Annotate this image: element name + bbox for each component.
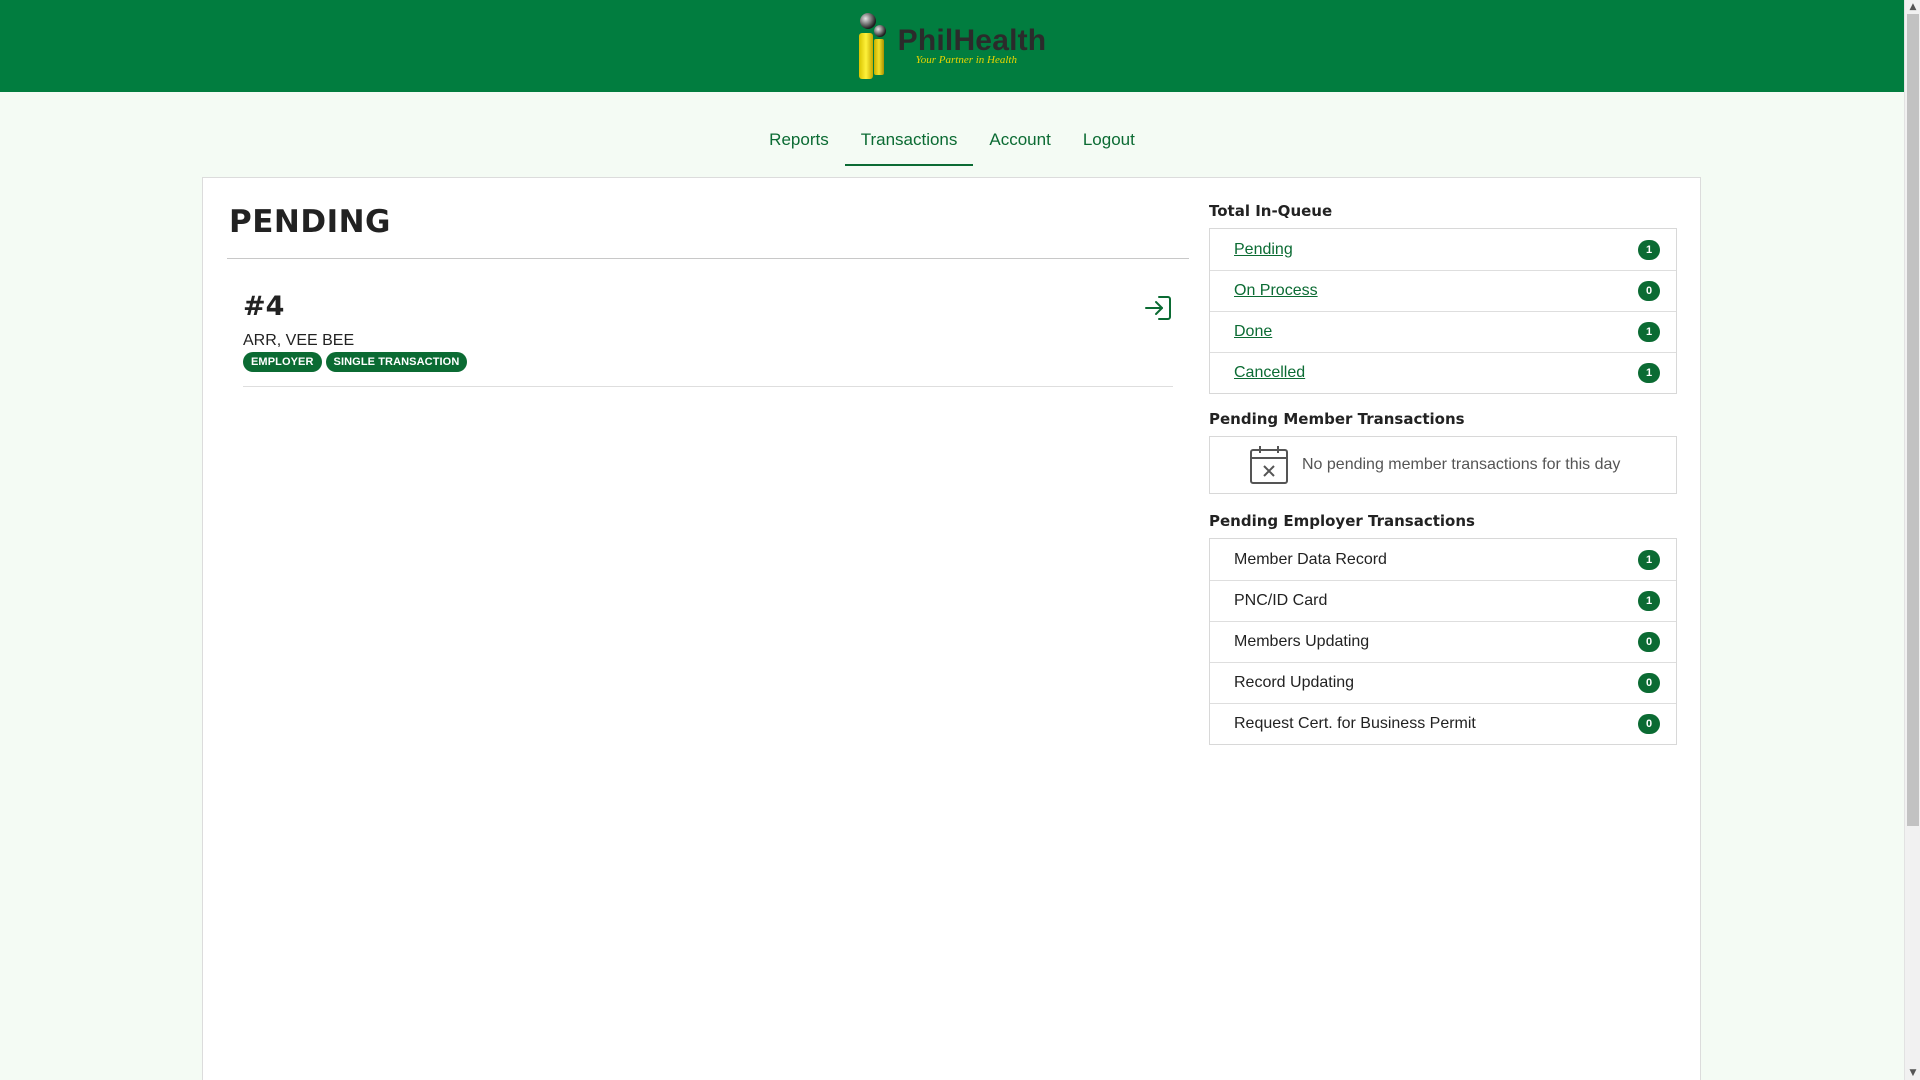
content-card: PENDING #4 ARR, VEE BEE EMPLOYER SINGLE … (202, 177, 1701, 1080)
badge-employer: EMPLOYER (243, 352, 322, 372)
badge-single-transaction: SINGLE TRANSACTION (325, 352, 468, 372)
row-label: Members Updating (1234, 633, 1370, 650)
count-badge: 0 (1638, 281, 1660, 301)
count-badge: 0 (1638, 714, 1660, 734)
queue-row-on-process: On Process 0 (1210, 270, 1676, 311)
page-scrollbar[interactable]: ▲ ▼ (1904, 0, 1920, 1080)
count-badge: 0 (1638, 632, 1660, 652)
row-label: Record Updating (1234, 674, 1355, 691)
scroll-down-arrow-icon[interactable]: ▼ (1905, 1066, 1920, 1080)
calendar-x-icon (1250, 446, 1288, 484)
count-badge: 0 (1638, 673, 1660, 693)
member-section-title: Pending Member Transactions (1209, 410, 1465, 428)
employer-list: Member Data Record 1 PNC/ID Card 1 Membe… (1209, 538, 1677, 745)
logo-name: PhilHealth (897, 24, 1047, 57)
entry-badges: EMPLOYER SINGLE TRANSACTION (243, 352, 1173, 372)
queue-section-title: Total In-Queue (1209, 202, 1333, 220)
employer-row-pnc-id-card: PNC/ID Card 1 (1210, 580, 1676, 621)
row-label: PNC/ID Card (1234, 592, 1328, 609)
client-name: ARR, VEE BEE (243, 332, 355, 349)
employer-row-member-data-record: Member Data Record 1 (1210, 539, 1676, 580)
member-empty-text: No pending member transactions for this … (1302, 456, 1621, 473)
employer-row-members-updating: Members Updating 0 (1210, 621, 1676, 662)
count-badge: 1 (1638, 591, 1660, 611)
count-badge: 1 (1638, 239, 1660, 260)
nav-account[interactable]: Account (973, 120, 1066, 166)
queue-row-done: Done 1 (1210, 311, 1676, 352)
employer-row-business-permit: Request Cert. for Business Permit 0 (1210, 703, 1676, 744)
queue-sidebar: Total In-Queue Pending 1 On Process 0 Do… (1209, 202, 1677, 761)
logo-tagline: Your Partner in Health (915, 54, 1017, 66)
employer-row-record-updating: Record Updating 0 (1210, 662, 1676, 703)
nav-reports[interactable]: Reports (753, 120, 845, 166)
link-done[interactable]: Done (1234, 323, 1272, 341)
sign-in-icon (1145, 296, 1171, 320)
page-title: PENDING (229, 204, 391, 240)
row-label: Request Cert. for Business Permit (1234, 715, 1476, 732)
link-cancelled[interactable]: Cancelled (1234, 364, 1305, 382)
process-entry-button[interactable] (1143, 293, 1173, 323)
row-label: Member Data Record (1234, 550, 1387, 568)
queue-list: Pending 1 On Process 0 Done 1 Cancelled … (1209, 228, 1677, 394)
scroll-up-arrow-icon[interactable]: ▲ (1905, 0, 1920, 14)
pending-panel: PENDING #4 ARR, VEE BEE EMPLOYER SINGLE … (227, 178, 1189, 387)
link-pending[interactable]: Pending (1234, 241, 1293, 259)
nav-logout[interactable]: Logout (1067, 120, 1151, 166)
scrollbar-thumb[interactable] (1907, 14, 1919, 826)
queue-row-pending: Pending 1 (1210, 229, 1676, 270)
count-badge: 1 (1638, 549, 1660, 570)
philhealth-logo-icon (858, 13, 892, 79)
link-on-process[interactable]: On Process (1234, 282, 1318, 300)
count-badge: 1 (1638, 322, 1660, 342)
nav-transactions[interactable]: Transactions (844, 120, 974, 166)
queue-number: #4 (243, 291, 285, 322)
employer-section-title: Pending Employer Transactions (1209, 512, 1475, 530)
member-empty-state: No pending member transactions for this … (1209, 436, 1677, 494)
count-badge: 1 (1638, 363, 1660, 383)
queue-row-cancelled: Cancelled 1 (1210, 352, 1676, 393)
philhealth-logo[interactable]: PhilHealth Your Partner in Health (858, 11, 1047, 81)
queue-entry: #4 ARR, VEE BEE EMPLOYER SINGLE TRANSACT… (243, 291, 1173, 387)
main-nav: Reports Transactions Account Logout (0, 120, 1904, 166)
top-header-bar: PhilHealth Your Partner in Health (0, 0, 1904, 92)
title-divider (227, 258, 1189, 259)
